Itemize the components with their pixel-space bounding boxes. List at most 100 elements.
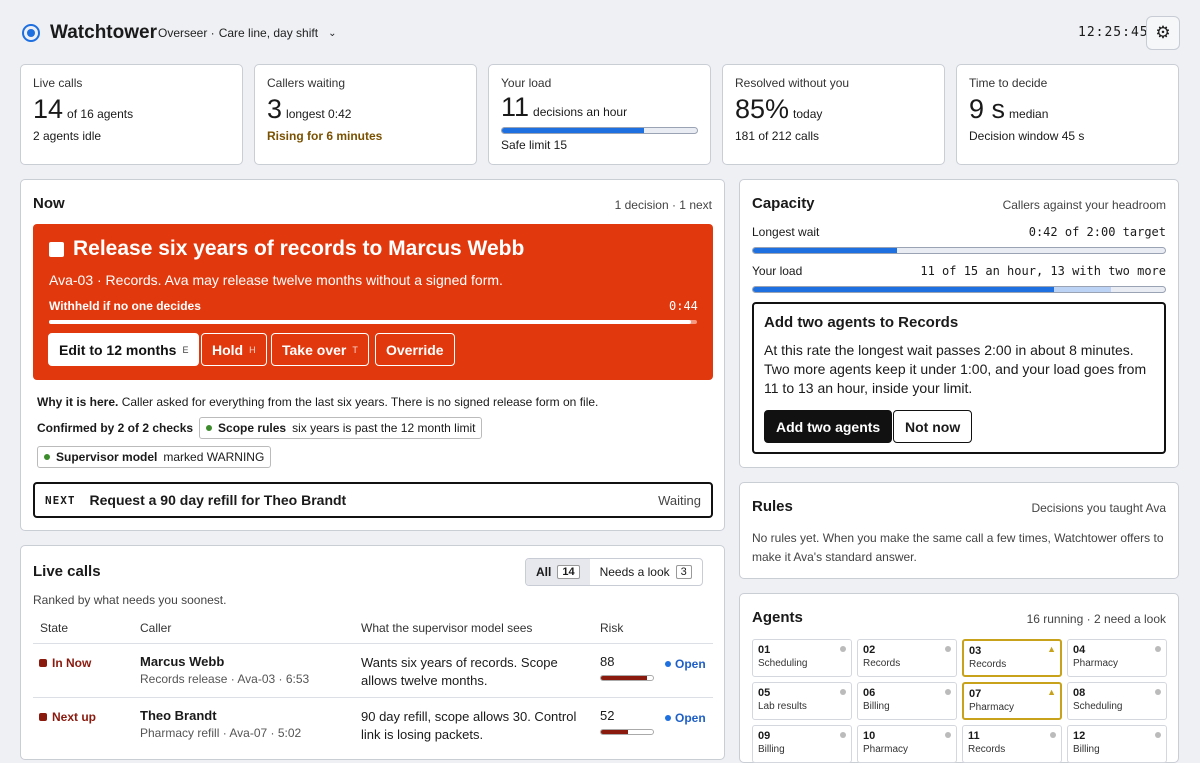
idle-dot-icon (1155, 646, 1161, 652)
table-row[interactable]: Next up Theo Brandt Pharmacy refill · Ava… (33, 697, 713, 761)
agent-role: Pharmacy (969, 702, 1015, 713)
stat-sub: Decision window 45 s (969, 129, 1085, 143)
agent-card[interactable]: 09 Billing (752, 725, 852, 763)
col-caller: Caller (140, 621, 172, 635)
agent-card[interactable]: 04 Pharmacy (1067, 639, 1167, 677)
load-capacity-bar (752, 286, 1166, 293)
agent-card[interactable]: 08 Scheduling (1067, 682, 1167, 720)
agent-card[interactable]: 03 Records ▲ (962, 639, 1062, 677)
agent-id: 04 (1073, 644, 1086, 656)
check-name: Scope rules (218, 421, 287, 435)
edit-button[interactable]: Edit to 12 months E (48, 333, 200, 366)
watchtower-logo-icon (22, 24, 40, 42)
risk-bar-fill (601, 676, 647, 680)
idle-dot-icon (1155, 732, 1161, 738)
edit-label: Edit to 12 months (59, 341, 177, 358)
agent-card[interactable]: 07 Pharmacy ▲ (962, 682, 1062, 720)
ok-dot-icon (44, 454, 50, 460)
idle-dot-icon (945, 689, 951, 695)
agent-id: 02 (863, 644, 876, 656)
risk-value: 52 (600, 708, 615, 723)
capacity-row-wait: Longest wait 0:42 of 2:00 target (752, 225, 1166, 254)
override-button[interactable]: Override (375, 333, 455, 366)
agent-card[interactable]: 01 Scheduling (752, 639, 852, 677)
open-link[interactable]: Open (665, 657, 706, 671)
agent-role: Scheduling (758, 658, 808, 669)
idle-dot-icon (945, 646, 951, 652)
stat-your-load: Your load 11 decisions an hour Safe limit… (488, 64, 711, 165)
stat-sub: 181 of 212 calls (735, 129, 820, 143)
agent-role: Records (969, 659, 1007, 670)
current-fill (753, 287, 1054, 292)
agent-card[interactable]: 05 Lab results (752, 682, 852, 720)
caller-cell: Marcus Webb Records release · Ava-03 · 6:… (140, 654, 309, 686)
agent-id: 03 (969, 645, 982, 657)
table-row[interactable]: In Now Marcus Webb Records release · Ava-… (33, 643, 713, 697)
stat-live-calls: Live calls 14 of 16 agents 2 agents idle (20, 64, 243, 165)
next-tag: NEXT (45, 493, 76, 507)
stat-sub: Safe limit 15 (501, 138, 568, 152)
check-chip: Scope rules six years is past the 12 mont… (199, 417, 483, 439)
risk-bar-fill (601, 730, 629, 734)
checks-row-2: Supervisor model marked WARNING (37, 446, 272, 468)
risk-value: 88 (600, 654, 615, 669)
caller-name: Theo Brandt (140, 708, 217, 723)
capacity-title: Capacity (752, 195, 815, 212)
take-over-label: Take over (282, 341, 347, 358)
shift-selector[interactable]: Overseer · Care line, day shift ⌄ (158, 26, 336, 40)
agent-id: 07 (969, 688, 982, 700)
not-now-button[interactable]: Not now (893, 410, 973, 443)
chevron-down-icon: ⌄ (328, 27, 337, 39)
withheld-label: Withheld if no one decides (49, 299, 201, 313)
now-meta: 1 decision · 1 next (614, 198, 712, 212)
risk-bar (600, 675, 654, 681)
wait-bar (752, 247, 1166, 254)
open-label: Open (675, 711, 706, 725)
recommendation-card: Add two agents to Records At this rate t… (752, 302, 1166, 454)
agent-card[interactable]: 06 Billing (857, 682, 957, 720)
filter-needs-look[interactable]: Needs a look 3 (590, 559, 702, 585)
live-calls-subtitle: Ranked by what needs you soonest. (33, 593, 227, 607)
idle-dot-icon (1050, 732, 1056, 738)
add-agents-button[interactable]: Add two agents (764, 410, 893, 443)
alert-checkbox[interactable] (49, 242, 64, 257)
agent-id: 11 (968, 730, 980, 742)
agent-card[interactable]: 02 Records (857, 639, 957, 677)
filter-all[interactable]: All 14 (526, 559, 590, 585)
state-cell: Next up (39, 710, 96, 724)
next-text: Request a 90 day refill for Theo Brandt (89, 492, 347, 508)
row-value: 11 of 15 an hour, 13 with two more (920, 264, 1166, 278)
idle-dot-icon (840, 732, 846, 738)
agent-card[interactable]: 11 Records (962, 725, 1062, 763)
settings-gear-icon[interactable]: ⚙ (1146, 16, 1180, 50)
agents-meta: 16 running · 2 need a look (1026, 612, 1166, 626)
idle-dot-icon (840, 646, 846, 652)
take-over-button[interactable]: Take over T (271, 333, 369, 366)
idle-dot-icon (1155, 689, 1161, 695)
stat-resolved: Resolved without you 85% today 181 of 212… (722, 64, 945, 165)
stat-label: Callers waiting (267, 76, 346, 90)
load-bar (501, 127, 698, 134)
sees-cell: 90 day refill, scope allows 30. Control … (361, 709, 577, 742)
clock: 12:25:45 (1078, 25, 1149, 40)
next-decision[interactable]: NEXT Request a 90 day refill for Theo Br… (33, 482, 713, 518)
override-label: Override (386, 341, 444, 358)
live-calls-title: Live calls (33, 563, 101, 580)
agent-card[interactable]: 10 Pharmacy (857, 725, 957, 763)
live-filter: All 14 Needs a look 3 (525, 558, 703, 586)
confirmed-label: Confirmed by 2 of 2 checks (37, 421, 194, 435)
agents-panel: Agents 16 running · 2 need a look 01 Sche… (739, 593, 1179, 763)
stat-label: Live calls (33, 76, 83, 90)
stat-value: 9 s (969, 94, 1006, 124)
role-value: Care line, day shift (218, 26, 319, 40)
alert-description: Ava-03 · Records. Ava may release twelve… (49, 272, 503, 288)
state-label: In Now (52, 656, 92, 670)
agent-id: 05 (758, 687, 771, 699)
stat-value: 3 (267, 94, 283, 124)
row-label: Your load (752, 264, 803, 278)
stat-unit: today (793, 107, 823, 121)
stat-label: Time to decide (969, 76, 1048, 90)
hold-button[interactable]: Hold H (201, 333, 267, 366)
agent-card[interactable]: 12 Billing (1067, 725, 1167, 763)
open-link[interactable]: Open (665, 711, 706, 725)
